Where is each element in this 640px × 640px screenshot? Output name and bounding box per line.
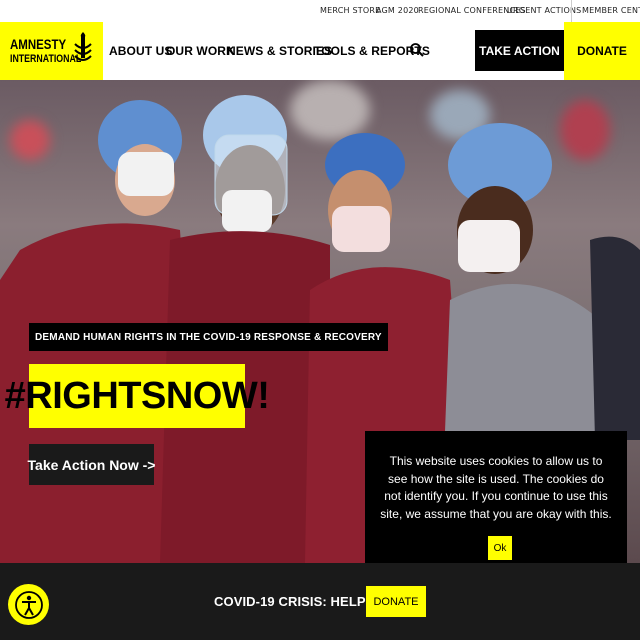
nav-our-work[interactable]: OUR WORK: [166, 44, 235, 58]
candle-icon: [74, 32, 92, 61]
member-center-link[interactable]: MEMBER CENTER: [582, 6, 640, 15]
cookie-notice: This website uses cookies to allow us to…: [365, 431, 627, 581]
accessibility-icon[interactable]: [8, 584, 49, 625]
amnesty-logo[interactable]: AMNESTY INTERNATIONAL: [0, 22, 103, 80]
logo-line-2: INTERNATIONAL: [10, 53, 82, 65]
logo-line-1: AMNESTY: [10, 36, 67, 52]
main-header: AMNESTY INTERNATIONAL ABOUT US OUR WORK …: [0, 22, 640, 80]
cookie-message: This website uses cookies to allow us to…: [380, 454, 612, 521]
take-action-button[interactable]: TAKE ACTION: [475, 30, 564, 71]
donate-button[interactable]: DONATE: [564, 22, 640, 80]
utility-link-agm-2020[interactable]: AGM 2020: [376, 6, 419, 15]
covid-help-bar: COVID-19 CRISIS: HELP NOW DONATE: [0, 563, 640, 640]
utility-divider: [571, 0, 572, 22]
hero-take-action-button[interactable]: Take Action Now ->: [28, 444, 155, 485]
nav-about-us[interactable]: ABOUT US: [109, 44, 172, 58]
hero-tagline: DEMAND HUMAN RIGHTS IN THE COVID-19 RESP…: [29, 323, 388, 351]
bottom-donate-button[interactable]: DONATE: [366, 586, 426, 617]
search-icon[interactable]: [409, 42, 425, 58]
utility-link-merch-store[interactable]: MERCH STORE: [320, 6, 380, 15]
hero-hashtag: #RIGHTSNOW!: [5, 364, 270, 428]
cookie-ok-button[interactable]: Ok: [488, 536, 512, 560]
utility-nav: MERCH STORE AGM 2020 REGIONAL CONFERENCE…: [0, 0, 640, 22]
